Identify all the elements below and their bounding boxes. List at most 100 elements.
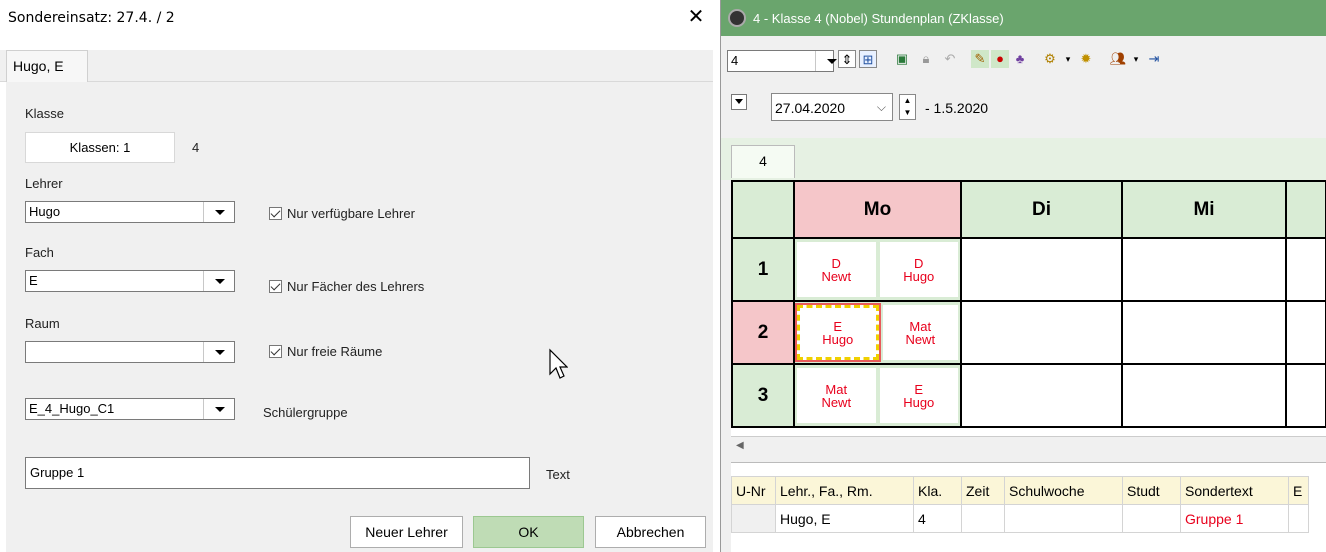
day-header-mi[interactable]: Mi [1121, 180, 1287, 239]
day-header-di[interactable]: Di [960, 180, 1123, 239]
lesson-cell-mo-2[interactable]: E Hugo Mat Newt [793, 300, 962, 365]
settings-doc-icon[interactable]: ⚙ [1041, 50, 1059, 68]
fach-checkbox[interactable] [269, 280, 282, 293]
lesson-teacher: Newt [821, 268, 852, 284]
chevron-down-icon[interactable]: ▾ [1059, 50, 1077, 68]
empty-cell[interactable] [960, 237, 1123, 302]
column-header[interactable]: Zeit [961, 476, 1005, 505]
fach-label: Fach [25, 245, 54, 260]
lesson-subject: Mat [909, 318, 932, 334]
chevron-left-icon[interactable]: ◀ [736, 440, 744, 451]
app-icon [728, 9, 746, 27]
raum-combo[interactable] [25, 341, 235, 363]
lesson-teacher: Newt [905, 331, 936, 347]
lesson-block[interactable]: D Newt [797, 242, 876, 297]
gear-icon[interactable]: ✹ [1077, 50, 1095, 68]
lock-icon[interactable]: 🔒︎ [917, 50, 935, 68]
lesson-block[interactable]: E Hugo [879, 368, 958, 423]
people-icon[interactable]: 👥︎ [1109, 50, 1127, 68]
table-cell: Gruppe 1 [1180, 504, 1289, 533]
klassen-button[interactable]: Klassen: 1 [25, 132, 175, 163]
menu-dropdown-icon[interactable] [731, 94, 747, 110]
mouse-cursor-icon [549, 348, 568, 379]
lesson-teacher: Newt [821, 394, 852, 410]
lesson-subject: E [914, 381, 924, 397]
column-header[interactable]: E [1288, 476, 1309, 505]
tab-strip [0, 50, 713, 82]
lesson-block[interactable]: Mat Newt [797, 368, 876, 423]
empty-cell[interactable] [1121, 237, 1287, 302]
column-header[interactable]: Lehr., Fa., Rm. [775, 476, 914, 505]
class-select[interactable]: 4 [727, 50, 837, 72]
lesson-teacher: Hugo [903, 394, 935, 410]
lesson-subject: D [914, 255, 924, 271]
table-cell [1122, 504, 1181, 533]
table-cell: Hugo, E [775, 504, 914, 533]
chevron-down-icon[interactable]: ▾ [1127, 50, 1145, 68]
grid-icon[interactable]: ⊞ [859, 50, 877, 68]
new-teacher-button[interactable]: Neuer Lehrer [350, 516, 463, 548]
close-icon[interactable]: ✕ [684, 4, 708, 28]
text-input[interactable]: Gruppe 1 [25, 457, 530, 489]
column-header[interactable]: Studt [1122, 476, 1181, 505]
table-header-row: U-Nr Lehr., Fa., Rm. Kla. Zeit Schulwoch… [731, 476, 1309, 505]
chevron-down-icon[interactable] [203, 399, 234, 419]
table-cell [961, 504, 1005, 533]
day-header-mo[interactable]: Mo [793, 180, 962, 239]
chevron-down-icon[interactable]: ⌵ [877, 100, 886, 115]
empty-cell[interactable] [1285, 300, 1326, 365]
horizontal-scrollbar[interactable]: ◀ [731, 436, 1326, 456]
chevron-down-icon[interactable] [203, 342, 234, 362]
day-header-next [1285, 180, 1326, 239]
column-header[interactable]: U-Nr [731, 476, 776, 505]
cancel-button[interactable]: Abbrechen [595, 516, 706, 548]
lehrer-value: Hugo [29, 204, 61, 219]
pencil-icon[interactable]: ✎ [971, 50, 989, 68]
lesson-block-selected[interactable]: E Hugo [795, 303, 881, 362]
table-cell: 4 [913, 504, 962, 533]
schuelergruppe-combo[interactable]: E_4_Hugo_C1 [25, 398, 235, 420]
users-icon[interactable]: ♣ [1011, 50, 1029, 68]
date-picker[interactable]: 27.04.2020 ⌵ [771, 93, 893, 121]
timetable-grid: Mo Di Mi 1 D Newt D Hugo 2 E Hugo Mat Ne… [731, 180, 1326, 436]
column-header[interactable]: Kla. [913, 476, 962, 505]
lehrer-combo[interactable]: Hugo [25, 201, 235, 223]
lehrer-checkbox[interactable] [269, 207, 282, 220]
chevron-down-icon[interactable] [203, 202, 234, 222]
lesson-cell-mo-1[interactable]: D Newt D Hugo [793, 237, 962, 302]
date-bar: 27.04.2020 ⌵ ▲ ▼ - 1.5.2020 [721, 82, 1326, 138]
klassen-value: 4 [192, 140, 200, 155]
chevron-down-icon[interactable] [203, 271, 234, 291]
export-icon[interactable]: ▣ [893, 50, 911, 68]
date-spinner[interactable]: ▲ ▼ [899, 94, 916, 120]
chevron-down-icon[interactable] [815, 51, 837, 71]
empty-cell[interactable] [1121, 363, 1287, 428]
exit-icon[interactable]: ⇥ [1145, 50, 1163, 68]
column-header[interactable]: Sondertext [1180, 476, 1289, 505]
empty-cell[interactable] [1285, 237, 1326, 302]
lehrer-label: Lehrer [25, 176, 63, 191]
ok-button[interactable]: OK [473, 516, 584, 548]
table-row[interactable]: Hugo, E 4 Gruppe 1 [731, 504, 1309, 533]
raum-checkbox[interactable] [269, 345, 282, 358]
column-header[interactable]: Schulwoche [1004, 476, 1123, 505]
fach-combo[interactable]: E [25, 270, 235, 292]
lesson-block[interactable]: Mat Newt [882, 305, 958, 360]
corner-cell [731, 180, 795, 239]
date-range: - 1.5.2020 [925, 100, 989, 116]
undo-icon[interactable]: ↶ [941, 50, 959, 68]
empty-cell[interactable] [1121, 300, 1287, 365]
lesson-teacher: Hugo [903, 268, 935, 284]
pin-icon[interactable]: ● [991, 50, 1009, 68]
class-tab-4[interactable]: 4 [731, 145, 795, 178]
period-2: 2 [731, 300, 795, 365]
lesson-teacher: Hugo [822, 331, 854, 347]
spin-icon[interactable]: ⇕ [838, 50, 856, 68]
empty-cell[interactable] [960, 300, 1123, 365]
empty-cell[interactable] [960, 363, 1123, 428]
lesson-block[interactable]: D Hugo [879, 242, 958, 297]
tab-hugo-e[interactable]: Hugo, E [6, 50, 88, 83]
lesson-cell-mo-3[interactable]: Mat Newt E Hugo [793, 363, 962, 428]
empty-cell[interactable] [1285, 363, 1326, 428]
fach-check-label: Nur Fächer des Lehrers [287, 279, 425, 294]
